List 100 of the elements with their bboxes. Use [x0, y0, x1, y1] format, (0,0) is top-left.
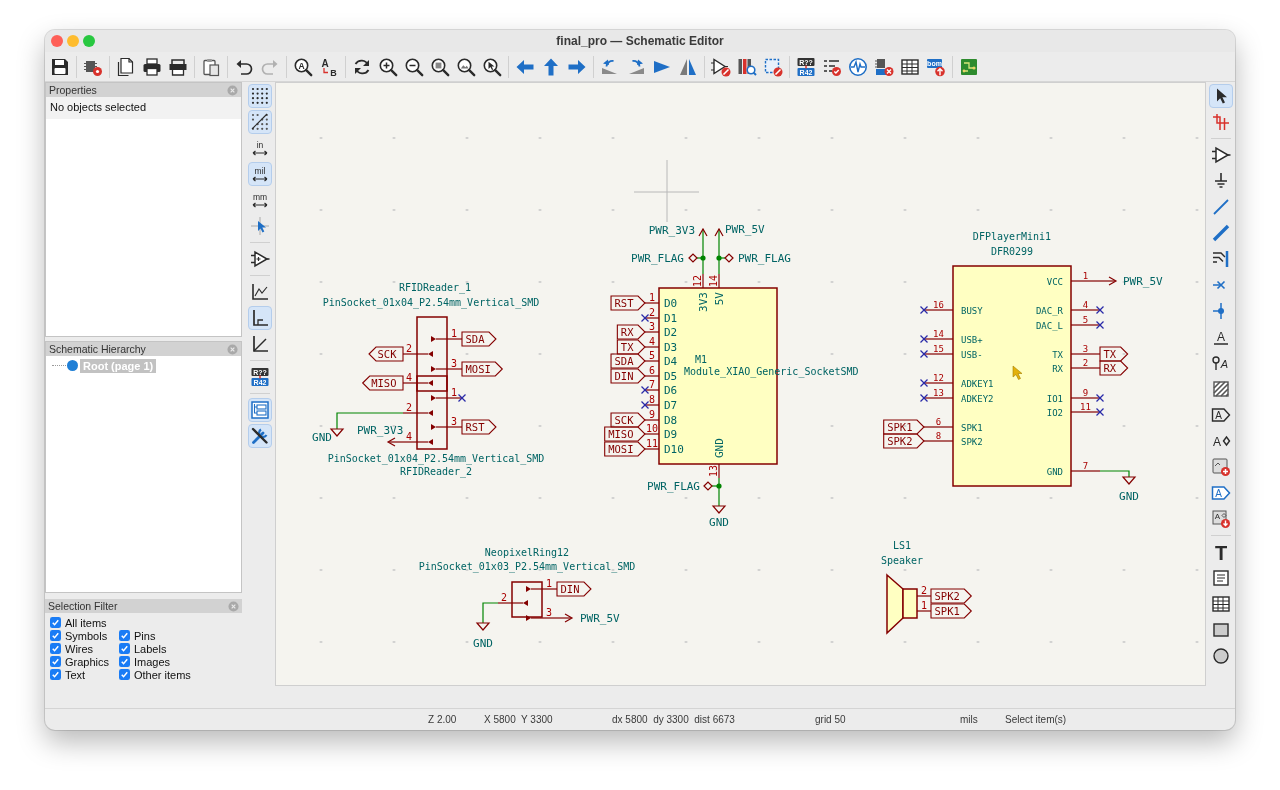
junction-dot-icon — [716, 255, 722, 261]
pin-line — [644, 331, 660, 333]
pin-name: SPK2 — [961, 436, 983, 447]
import-sheet-pin-button[interactable]: A — [1209, 507, 1233, 531]
cross-icon — [640, 400, 650, 410]
net-label: MOSI — [604, 441, 646, 457]
cross-icon — [1095, 393, 1105, 403]
checkbox[interactable] — [119, 643, 130, 654]
checkbox[interactable] — [50, 656, 61, 667]
select-button[interactable] — [1209, 84, 1233, 108]
right-angle-button[interactable] — [248, 306, 272, 330]
find-button[interactable]: A — [291, 54, 315, 79]
symbol-reference: M1 — [695, 354, 708, 365]
pin-line — [1070, 280, 1101, 282]
hierarchical-label-button[interactable]: A — [1209, 429, 1233, 453]
pin-number: 1 — [649, 291, 655, 303]
filter-option-label: Wires — [65, 642, 94, 655]
socket-pin — [497, 600, 528, 606]
add-text-button[interactable]: T — [1209, 540, 1233, 564]
dot-grid-icon — [250, 86, 270, 106]
socket-pin — [431, 366, 463, 372]
pin-number: 4 — [406, 371, 412, 383]
checkbox[interactable] — [50, 669, 61, 680]
socket-pin — [402, 410, 433, 416]
pin-number: 7 — [649, 378, 655, 390]
hatched-area-icon — [1211, 379, 1231, 399]
cross-icon — [919, 305, 929, 315]
sheet-pin-button[interactable]: A — [1209, 481, 1233, 505]
pin-name: USB- — [961, 349, 983, 360]
waveform-icon — [848, 56, 868, 77]
pin-line — [702, 273, 704, 289]
power-arrow-icon — [556, 613, 574, 623]
hierarchy-panel-button[interactable] — [248, 398, 272, 422]
net-class-button[interactable]: A — [1209, 351, 1233, 375]
pin-name: D10 — [664, 442, 684, 456]
filter-option-label: Pins — [134, 629, 156, 642]
global-label-button[interactable]: A — [1209, 403, 1233, 427]
amplifier-symbol-icon — [1211, 145, 1231, 165]
rectangle-icon — [1211, 620, 1231, 640]
units-readout: mils — [960, 714, 979, 725]
inches-button[interactable]: in — [248, 136, 272, 160]
connector-body — [511, 581, 543, 618]
add-sheet-button[interactable] — [1209, 455, 1233, 479]
net-label: DIN — [556, 581, 592, 597]
amplifier-symbol-icon — [250, 249, 270, 269]
power-net-name: GND — [709, 516, 729, 529]
cursor-position: X 5800 Y 3300 — [484, 714, 554, 725]
pin-number: 2 — [649, 306, 655, 318]
pin-name: SPK1 — [961, 422, 983, 433]
cross-icon — [1095, 305, 1105, 315]
pin-number: 9 — [649, 408, 655, 420]
pin-number: 3 — [649, 320, 655, 332]
grid-overlay-icon — [250, 112, 270, 132]
cross-icon — [457, 393, 467, 403]
panel-title: Selection Filter — [48, 600, 118, 612]
pin-number: 2 — [1082, 357, 1089, 368]
junction-dot-icon — [700, 255, 706, 261]
checkbox[interactable] — [50, 630, 61, 641]
pin-line — [923, 338, 954, 340]
net-label: TX — [616, 339, 646, 355]
checkbox[interactable] — [50, 617, 61, 628]
filter-option-label: Symbols — [65, 629, 108, 642]
circuit-board-icon — [959, 56, 979, 77]
pin-line — [923, 440, 954, 442]
pin-name: D8 — [664, 413, 678, 427]
tools-icon — [250, 426, 270, 446]
checkbox[interactable] — [119, 656, 130, 667]
mils-button[interactable]: mil — [248, 162, 272, 186]
find-replace-button[interactable]: A B — [317, 54, 341, 79]
cursor-delta: dx 5800 dy 3300 dist 6673 — [612, 714, 736, 725]
grid-button[interactable] — [248, 84, 272, 108]
cross-icon — [1095, 407, 1105, 417]
checkbox[interactable] — [119, 669, 130, 680]
checkbox[interactable] — [50, 643, 61, 654]
pin-number: 3 — [451, 415, 457, 427]
pin-name: ADKEY1 — [961, 378, 994, 389]
grid-overlay-button[interactable] — [248, 110, 272, 134]
pin-name: GND — [1046, 466, 1063, 477]
pin-number: 15 — [933, 343, 944, 354]
millimeters-button[interactable]: mm — [248, 188, 272, 212]
pin-name: IO1 — [1046, 393, 1063, 404]
pin-number: 11 — [646, 437, 658, 449]
properties-panel-button[interactable] — [248, 424, 272, 448]
net-lines-icon — [1211, 112, 1231, 132]
pin-line — [644, 360, 660, 362]
cross-icon — [919, 393, 929, 403]
pin-number: 16 — [933, 299, 944, 310]
text-box-icon — [1211, 568, 1231, 588]
pin-line — [1070, 411, 1101, 413]
power-net-name: PWR_5V — [580, 612, 620, 625]
panel-title: Properties — [49, 84, 97, 96]
symbol-value: PinSocket_01x03_P2.54mm_Vertical_SMD — [418, 561, 636, 572]
full-cursor-button[interactable] — [248, 214, 272, 238]
checkbox[interactable] — [119, 630, 130, 641]
pin-number: 4 — [406, 430, 412, 442]
pin-number: 8 — [935, 430, 942, 441]
junction-dot-icon — [716, 483, 722, 489]
pin-number: 5 — [1082, 314, 1089, 325]
add-label-button[interactable]: A — [1209, 325, 1233, 349]
filter-option-label: Other items — [134, 668, 191, 681]
